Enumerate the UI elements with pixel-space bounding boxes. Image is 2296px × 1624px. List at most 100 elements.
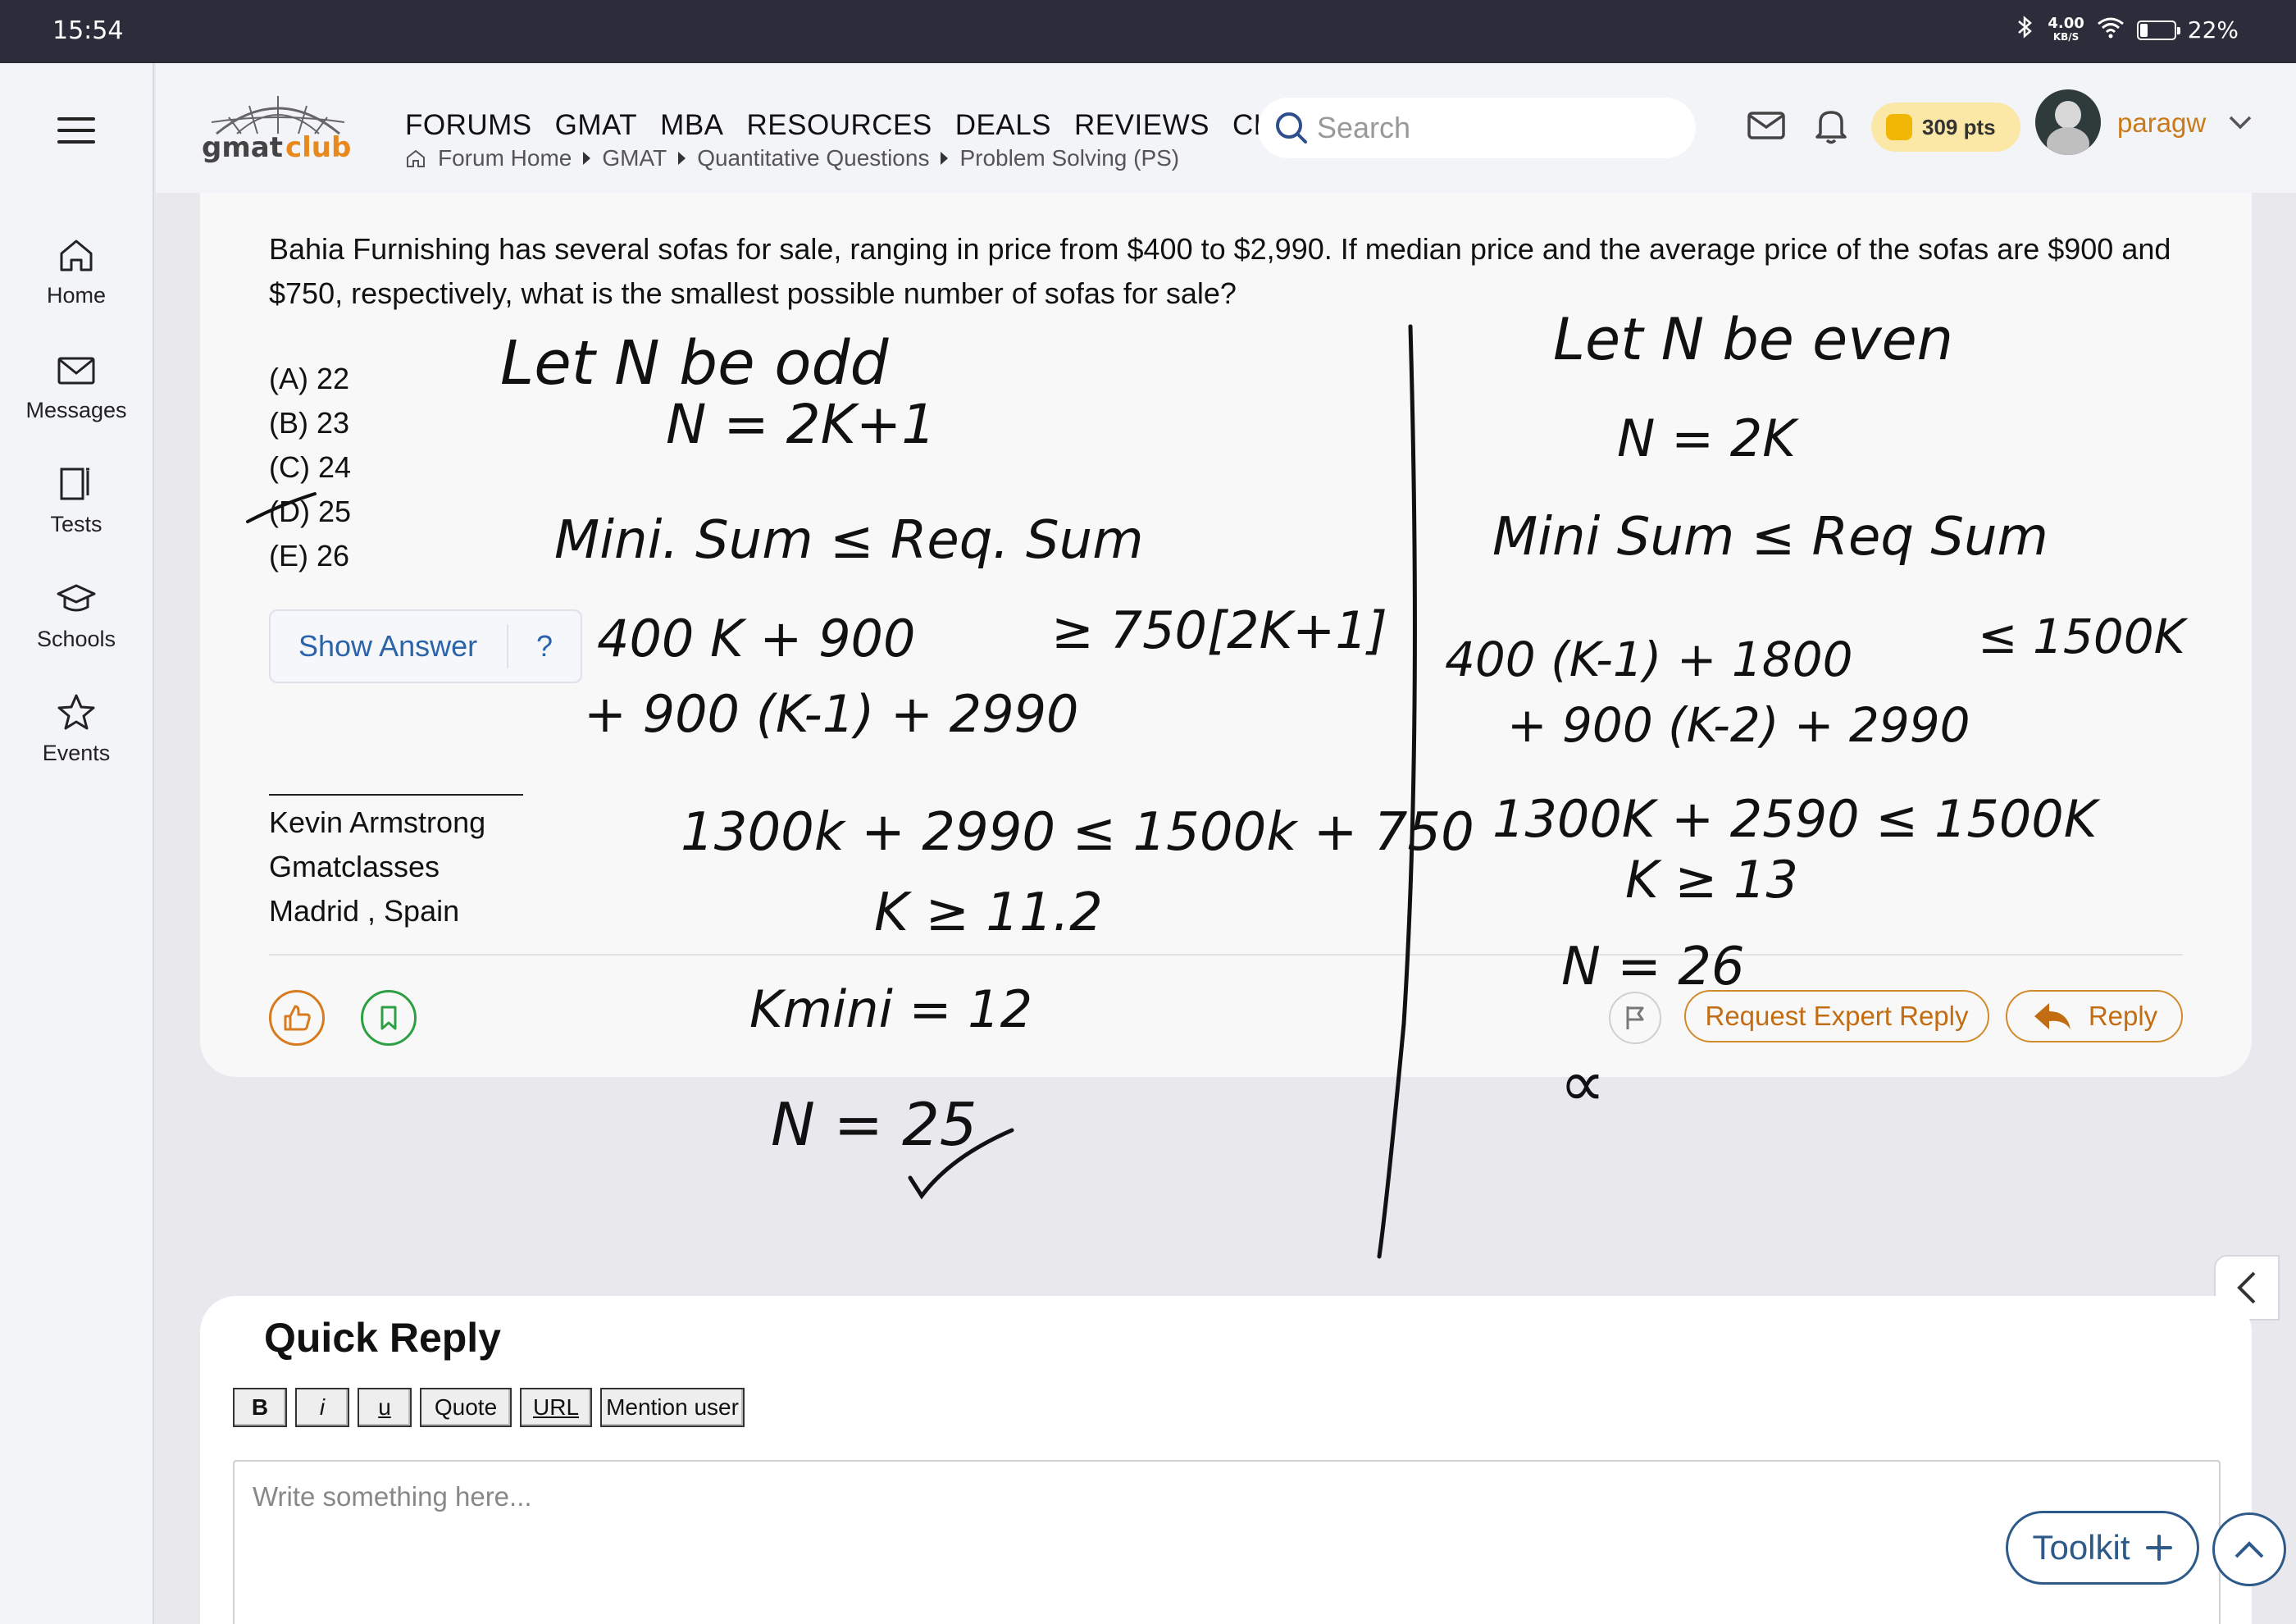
plus-icon [2145, 1535, 2172, 1561]
request-expert-reply-button[interactable]: Request Expert Reply [1684, 990, 1989, 1042]
avatar[interactable] [2035, 89, 2101, 155]
envelope-icon [57, 357, 95, 385]
post-card: Bahia Furnishing has several sofas for s… [200, 193, 2252, 1077]
search-input[interactable]: Search [1258, 98, 1696, 158]
nav-mba[interactable]: MBA [660, 109, 723, 142]
nav-reviews[interactable]: REVIEWS [1074, 109, 1210, 142]
home-icon[interactable] [405, 148, 426, 169]
svg-text:gmat: gmat [202, 131, 283, 164]
svg-text:club: club [285, 131, 351, 164]
home-icon [60, 239, 93, 271]
signature: Kevin Armstrong Gmatclasses Madrid , Spa… [269, 801, 485, 933]
menu-icon[interactable] [57, 117, 95, 152]
handwriting-line: N = 25 [771, 1090, 977, 1159]
show-answer-label[interactable]: Show Answer [271, 624, 508, 668]
nav-forums[interactable]: FORUMS [405, 109, 532, 142]
breadcrumb-quant[interactable]: Quantitative Questions [697, 145, 929, 171]
question-text: Bahia Furnishing has several sofas for s… [269, 232, 2171, 310]
reply-button[interactable]: Reply [2006, 990, 2183, 1042]
report-button[interactable] [1609, 992, 1661, 1044]
kudos-button[interactable] [269, 990, 325, 1046]
mail-icon[interactable] [1747, 109, 1786, 142]
star-icon [57, 694, 95, 730]
signature-line: Madrid , Spain [269, 894, 460, 928]
graduation-cap-icon [57, 584, 96, 612]
chevron-down-icon[interactable] [2227, 114, 2253, 132]
notepad-icon [60, 468, 89, 500]
status-bar: 15:54 4.00 KB/S 22% [0, 0, 2296, 63]
signature-line: Gmatclasses [269, 850, 440, 883]
toolkit-label: Toolkit [2032, 1528, 2130, 1567]
bell-icon[interactable] [1814, 106, 1848, 145]
search-icon [1276, 112, 1307, 144]
sidebar: Home Messages Tests Schools Events [0, 63, 154, 1624]
signature-line: Kevin Armstrong [269, 805, 486, 839]
reply-textarea[interactable]: Write something here... [233, 1460, 2221, 1624]
nav-deals[interactable]: DEALS [955, 109, 1051, 142]
status-time: 15:54 [52, 16, 124, 45]
breadcrumb-forum-home[interactable]: Forum Home [438, 145, 572, 171]
sidebar-item-home[interactable]: Home [0, 234, 153, 308]
bookmark-icon [380, 1006, 397, 1030]
handwritten-checkmark [908, 1128, 1014, 1200]
sidebar-item-messages[interactable]: Messages [0, 349, 153, 423]
reply-arrow-icon [2034, 1003, 2070, 1029]
username[interactable]: paragw [2117, 107, 2206, 139]
site-header: gmat club FORUMS GMAT MBA RESOURCES DEAL… [156, 63, 2296, 193]
mention-user-button[interactable]: Mention user [600, 1388, 745, 1427]
chevron-left-icon [2237, 1271, 2256, 1304]
show-answer-button[interactable]: Show Answer ? [269, 609, 582, 683]
option-b: (B) 23 [269, 406, 350, 440]
bold-button[interactable]: B [233, 1388, 287, 1427]
status-icons: 4.00 KB/S 22% [2015, 15, 2239, 45]
editor-toolbar: B i u Quote URL Mention user [233, 1388, 745, 1427]
help-button[interactable]: ? [508, 629, 581, 664]
quick-reply-title: Quick Reply [264, 1315, 501, 1361]
sidebar-item-label: Tests [50, 512, 102, 536]
reply-label: Reply [2088, 1001, 2158, 1031]
breadcrumb-separator-icon [678, 152, 686, 165]
reply-placeholder: Write something here... [253, 1481, 532, 1512]
bookmark-button[interactable] [361, 990, 417, 1046]
sidebar-item-label: Messages [25, 398, 127, 422]
breadcrumb-separator-icon [941, 152, 949, 165]
underline-button[interactable]: u [358, 1388, 412, 1427]
breadcrumb-ps[interactable]: Problem Solving (PS) [959, 145, 1179, 171]
flag-icon [1626, 1006, 1644, 1029]
sidebar-item-label: Schools [36, 627, 116, 651]
quick-reply-panel: Quick Reply B i u Quote URL Mention user… [200, 1296, 2252, 1624]
option-e: (E) 26 [269, 539, 350, 573]
main-nav: FORUMS GMAT MBA RESOURCES DEALS REVIEWS … [405, 109, 1310, 142]
battery-icon [2136, 20, 2180, 40]
battery-percent: 22% [2187, 16, 2239, 43]
post-divider [269, 954, 2183, 956]
sidebar-item-label: Home [46, 283, 107, 308]
scroll-to-top-button[interactable] [2212, 1512, 2286, 1586]
nav-gmat[interactable]: GMAT [555, 109, 638, 142]
option-d: (D) 25 [269, 495, 352, 528]
breadcrumb-gmat[interactable]: GMAT [602, 145, 667, 171]
wifi-icon [2096, 16, 2125, 44]
breadcrumb: Forum Home GMAT Quantitative Questions P… [405, 145, 1179, 171]
search-placeholder: Search [1317, 111, 1411, 144]
gmatclub-logo[interactable]: gmat club [200, 88, 356, 170]
nav-resources[interactable]: RESOURCES [747, 109, 932, 142]
quote-button[interactable]: Quote [420, 1388, 512, 1427]
sidebar-item-events[interactable]: Events [0, 691, 153, 766]
chevron-up-icon [2234, 1541, 2264, 1558]
bluetooth-icon [2015, 15, 2036, 45]
answer-options: (A) 22 (B) 23 (C) 24 (D) 25 (E) 26 [269, 357, 351, 578]
italic-button[interactable]: i [295, 1388, 349, 1427]
url-button[interactable]: URL [520, 1388, 592, 1427]
option-c: (C) 24 [269, 450, 352, 484]
coin-icon [1886, 114, 1912, 140]
signature-divider [269, 794, 523, 796]
sidebar-item-schools[interactable]: Schools [0, 577, 153, 652]
sidebar-item-label: Events [42, 741, 111, 765]
thumbs-up-icon [284, 1005, 311, 1031]
sidebar-item-tests[interactable]: Tests [0, 463, 153, 537]
network-speed: 4.00 KB/S [2048, 14, 2084, 43]
toolkit-button[interactable]: Toolkit [2006, 1511, 2199, 1585]
points-badge[interactable]: 309 pts [1871, 103, 2020, 152]
breadcrumb-separator-icon [583, 152, 591, 165]
